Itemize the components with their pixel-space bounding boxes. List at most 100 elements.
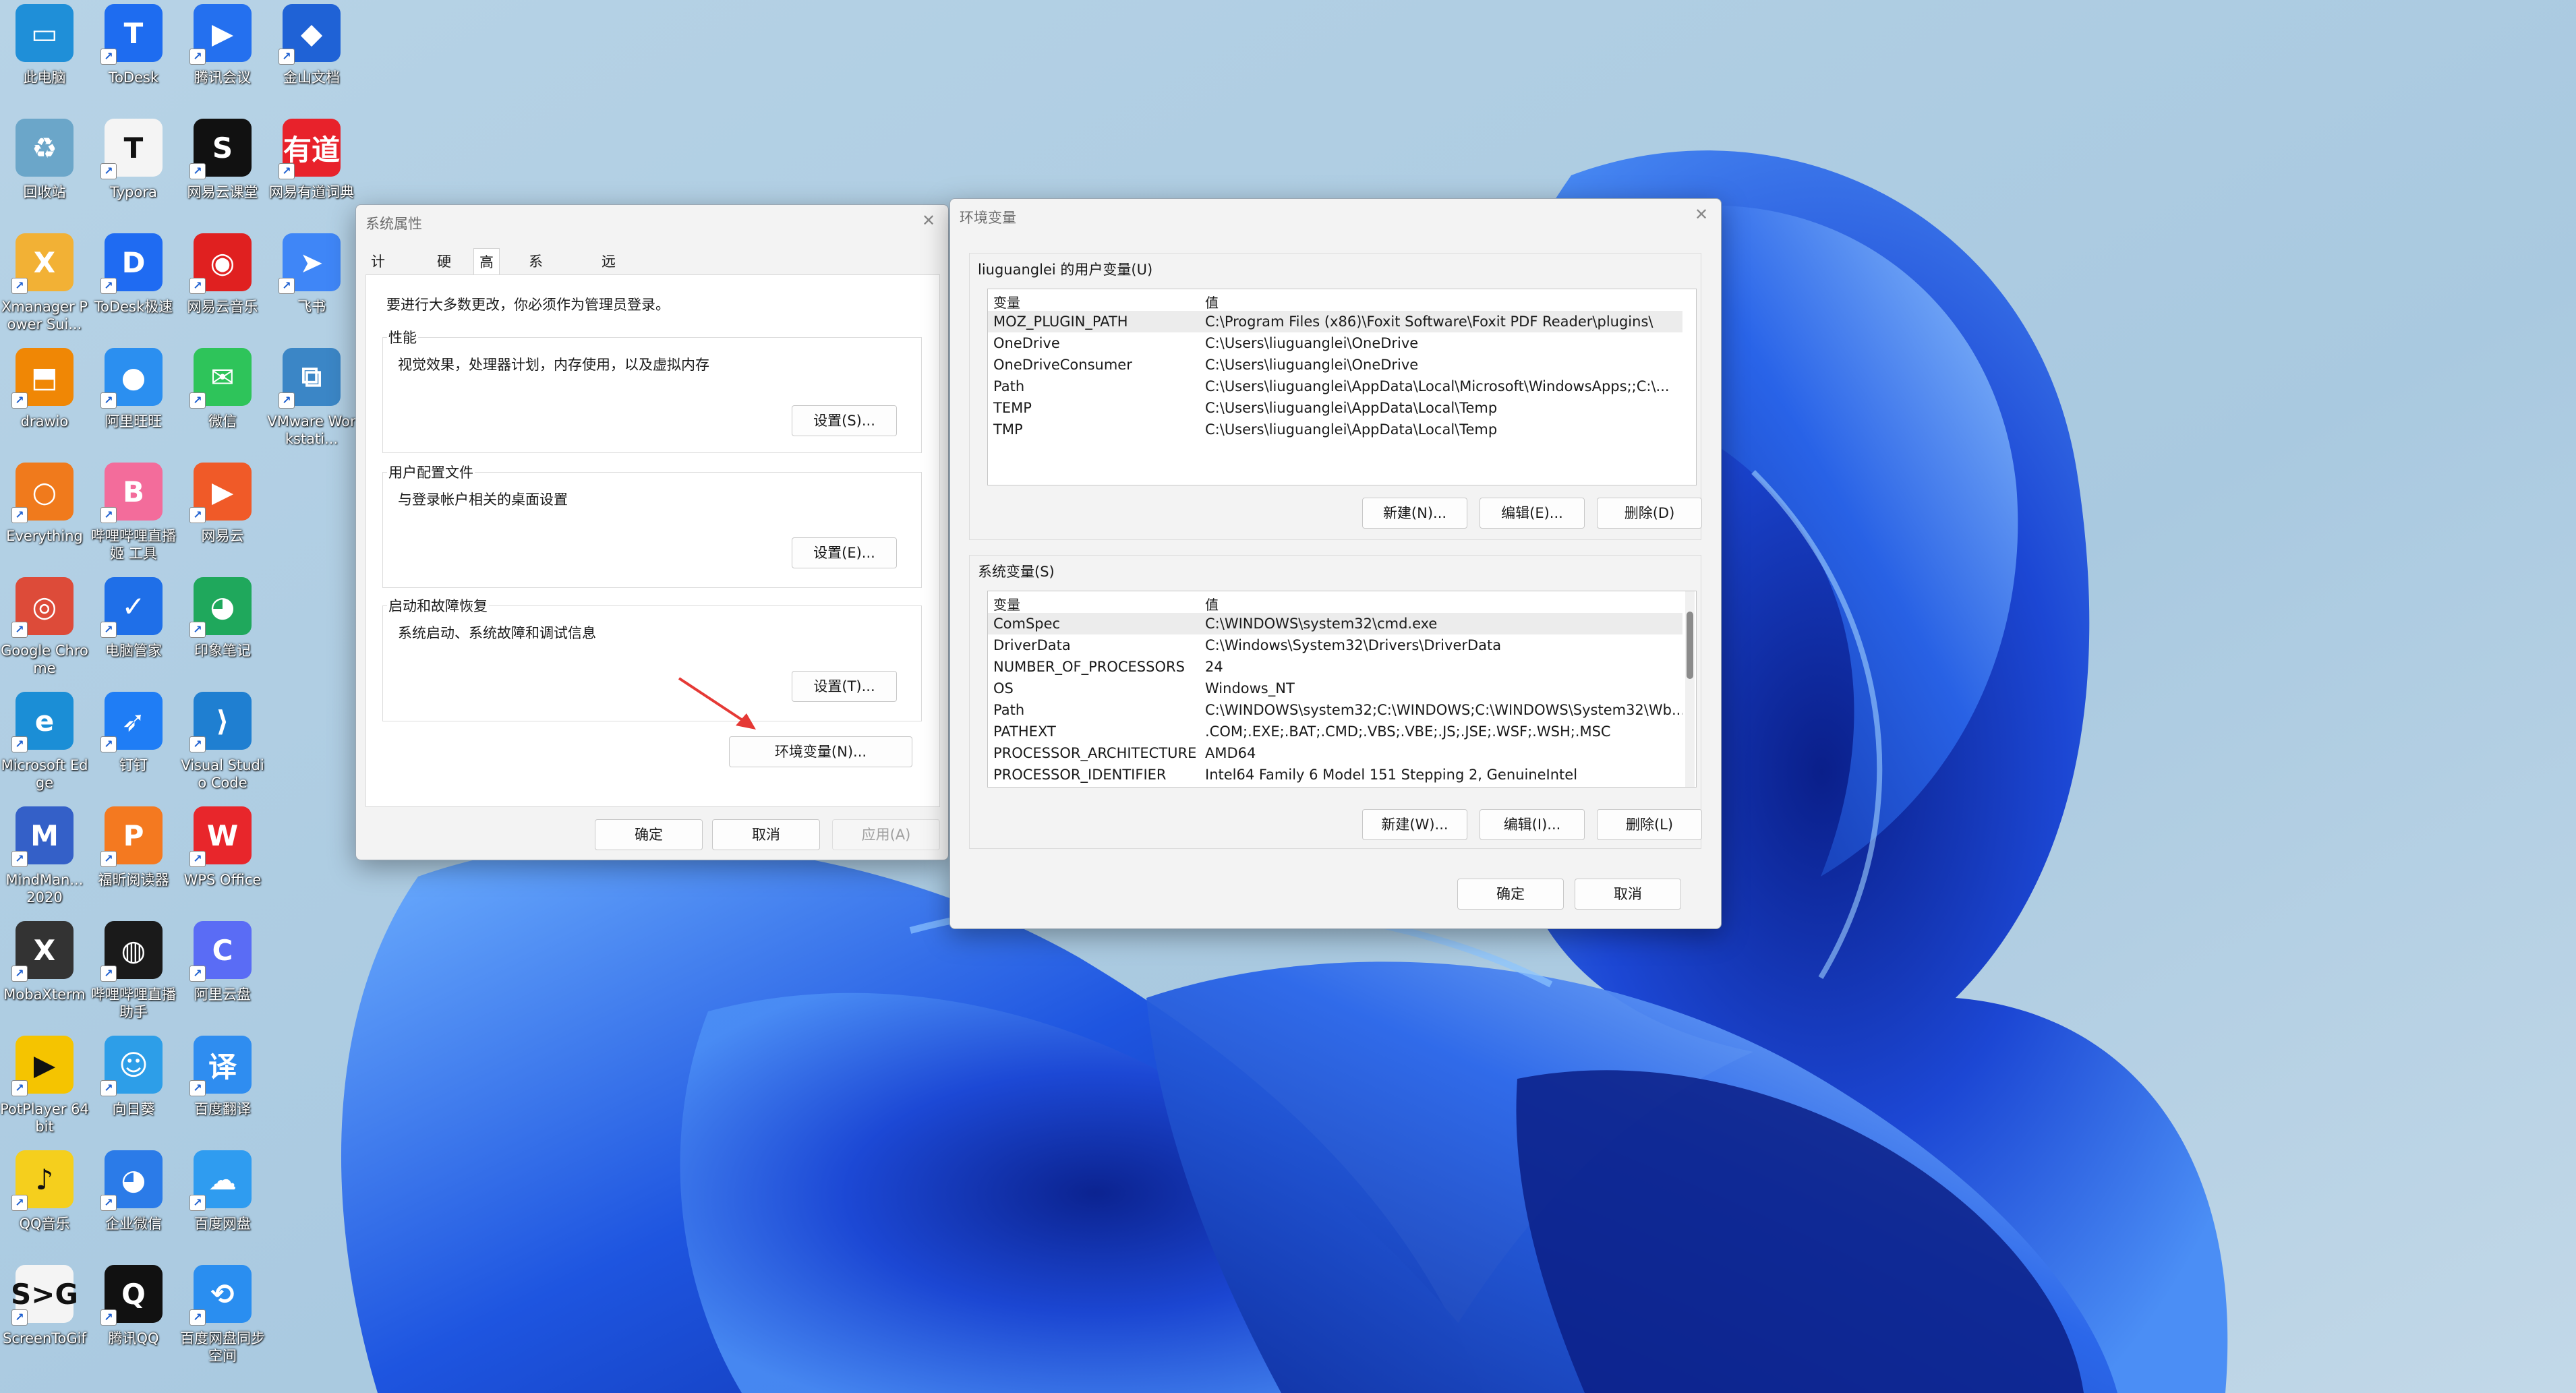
variable-row[interactable]: NUMBER_OF_PROCESSORS 24 xyxy=(988,656,1682,678)
variable-row[interactable]: PROCESSOR_ARCHITECTURE AMD64 xyxy=(988,742,1682,764)
desktop-icon[interactable]: ⬒ ↗ drawio xyxy=(0,348,89,430)
desktop-icon[interactable]: T ↗ ToDesk xyxy=(89,4,178,86)
desktop-icon[interactable]: ◆ ↗ 金山文档 xyxy=(267,4,356,86)
desktop-icon[interactable]: D ↗ ToDesk极速 xyxy=(89,233,178,316)
desktop-icon[interactable]: ☁ ↗ 百度网盘 xyxy=(178,1150,267,1233)
system-properties-titlebar[interactable]: 系统属性 ✕ xyxy=(356,205,948,247)
variable-row[interactable]: Path C:\Users\liuguanglei\AppData\Local\M… xyxy=(988,376,1682,397)
desktop-icon[interactable]: W ↗ WPS Office xyxy=(178,806,267,889)
desktop-icon[interactable]: ▭ 此电脑 xyxy=(0,4,89,86)
variable-row[interactable]: MOZ_PLUGIN_PATH C:\Program Files (x86)\Fo… xyxy=(988,311,1682,332)
system-vars-list[interactable]: 变量 值 ComSpec C:\WINDOWS\system32\cmd.exe D… xyxy=(987,591,1697,788)
scrollbar-thumb[interactable] xyxy=(1687,612,1693,679)
variable-row[interactable]: PATHEXT .COM;.EXE;.BAT;.CMD;.VBS;.VBE;.JS… xyxy=(988,721,1682,742)
desktop-icon[interactable]: S>G ↗ ScreenToGif xyxy=(0,1265,89,1347)
user-edit-button[interactable]: 编辑(E)... xyxy=(1480,498,1585,529)
system-vars-scrollbar[interactable] xyxy=(1685,591,1695,787)
desktop-icon[interactable]: e ↗ Microsoft Edge xyxy=(0,692,89,792)
desktop-icon[interactable]: ▶ ↗ PotPlayer 64 bit xyxy=(0,1036,89,1135)
desktop-icon[interactable]: ➤ ↗ 飞书 xyxy=(267,233,356,316)
user-profile-settings-button[interactable]: 设置(E)... xyxy=(792,537,897,568)
desktop-icon-label: ToDesk xyxy=(108,69,159,86)
col-value[interactable]: 值 xyxy=(1205,292,1219,312)
desktop-icon[interactable]: ⧉ ↗ VMware Workstati... xyxy=(267,348,356,448)
desktop-icon[interactable]: ▶ ↗ 腾讯会议 xyxy=(178,4,267,86)
shortcut-arrow-icon: ↗ xyxy=(189,392,206,409)
cancel-button[interactable]: 取消 xyxy=(712,819,820,850)
desktop-icon[interactable]: Q ↗ 腾讯QQ xyxy=(89,1265,178,1347)
desktop-icon[interactable]: C ↗ 阿里云盘 xyxy=(178,921,267,1003)
env-cancel-button[interactable]: 取消 xyxy=(1575,879,1681,910)
variable-row[interactable]: Path C:\WINDOWS\system32;C:\WINDOWS;C:\WI… xyxy=(988,699,1682,721)
ok-button[interactable]: 确定 xyxy=(595,819,703,850)
desktop-icon[interactable]: ✓ ↗ 电脑管家 xyxy=(89,577,178,659)
desktop-icon-label: Microsoft Edge xyxy=(1,757,88,791)
app-icon: Q ↗ xyxy=(100,1265,163,1326)
system-new-button[interactable]: 新建(W)... xyxy=(1362,809,1467,840)
variable-row[interactable]: OneDriveConsumer C:\Users\liuguanglei\One… xyxy=(988,354,1682,376)
desktop-icon[interactable]: ✉ ↗ 微信 xyxy=(178,348,267,430)
system-vars-title: 系统变量(S) xyxy=(978,564,1055,580)
performance-title: 性能 xyxy=(387,327,418,347)
desktop-icon-label: 腾讯会议 xyxy=(194,69,251,86)
variable-row[interactable]: OneDrive C:\Users\liuguanglei\OneDrive xyxy=(988,332,1682,354)
desktop-icon[interactable]: ☺ ↗ 向日葵 xyxy=(89,1036,178,1118)
variable-row[interactable]: DriverData C:\Windows\System32\Drivers\Dr… xyxy=(988,634,1682,656)
desktop-icon[interactable]: ◉ ↗ 网易云音乐 xyxy=(178,233,267,316)
desktop-icon[interactable]: P ↗ 福昕阅读器 xyxy=(89,806,178,889)
apply-button[interactable]: 应用(A) xyxy=(832,819,940,850)
variable-row[interactable]: PROCESSOR_IDENTIFIER Intel64 Family 6 Mod… xyxy=(988,764,1682,786)
desktop-icon-label: 百度网盘 xyxy=(194,1216,251,1232)
performance-settings-button[interactable]: 设置(S)... xyxy=(792,405,897,436)
shortcut-arrow-icon: ↗ xyxy=(189,49,206,65)
desktop-icon[interactable]: S ↗ 网易云课堂 xyxy=(178,119,267,201)
desktop-icon[interactable]: B ↗ 哔哩哔哩直播姬 工具 xyxy=(89,463,178,562)
tab-remote[interactable]: 远程 xyxy=(596,248,621,297)
desktop-icon[interactable]: X ↗ Xmanager Power Sui... xyxy=(0,233,89,333)
user-vars-list[interactable]: 变量 值 MOZ_PLUGIN_PATH C:\Program Files (x8… xyxy=(987,289,1697,485)
user-delete-button[interactable]: 删除(D) xyxy=(1597,498,1702,529)
tab-hardware[interactable]: 硬件 xyxy=(432,248,457,297)
close-icon[interactable]: ✕ xyxy=(918,210,939,231)
env-titlebar[interactable]: 环境变量 ✕ xyxy=(950,199,1721,241)
desktop-icon[interactable]: ○ ↗ Everything xyxy=(0,463,89,545)
desktop-icon[interactable]: ⟩ ↗ Visual Studio Code xyxy=(178,692,267,792)
variable-row[interactable]: TEMP C:\Users\liuguanglei\AppData\Local\T… xyxy=(988,397,1682,419)
environment-variables-button[interactable]: 环境变量(N)... xyxy=(729,736,912,767)
tab-computer-name[interactable]: 计算机名 xyxy=(365,248,390,351)
desktop-icon-label: 哔哩哔哩直播 助手 xyxy=(91,986,176,1020)
desktop-icon[interactable]: ◕ ↗ 印象笔记 xyxy=(178,577,267,659)
variable-row[interactable]: TMP C:\Users\liuguanglei\AppData\Local\Te… xyxy=(988,419,1682,440)
desktop-icon[interactable]: 译 ↗ 百度翻译 xyxy=(178,1036,267,1118)
desktop-icon[interactable]: ◕ ↗ 企业微信 xyxy=(89,1150,178,1233)
tab-system-protection[interactable]: 系统保护 xyxy=(523,248,548,351)
variable-row[interactable]: ComSpec C:\WINDOWS\system32\cmd.exe xyxy=(988,613,1682,634)
desktop-icon[interactable]: ◎ ↗ Google Chrome xyxy=(0,577,89,677)
system-edit-button[interactable]: 编辑(I)... xyxy=(1480,809,1585,840)
desktop-icon[interactable]: ♪ ↗ QQ音乐 xyxy=(0,1150,89,1233)
desktop-icon[interactable]: ⟲ ↗ 百度网盘同步 空间 xyxy=(178,1265,267,1365)
variable-row[interactable]: OS Windows_NT xyxy=(988,678,1682,699)
system-delete-button[interactable]: 删除(L) xyxy=(1597,809,1702,840)
app-icon: X ↗ xyxy=(11,233,74,294)
col-variable[interactable]: 变量 xyxy=(993,594,1020,614)
desktop-icon[interactable]: 有道 ↗ 网易有道词典 xyxy=(267,119,356,201)
user-vars-title: liuguanglei 的用户变量(U) xyxy=(978,262,1153,278)
window-title: 环境变量 xyxy=(960,210,1016,226)
env-ok-button[interactable]: 确定 xyxy=(1457,879,1564,910)
desktop-icon[interactable]: ◍ ↗ 哔哩哔哩直播 助手 xyxy=(89,921,178,1021)
desktop-icon[interactable]: ➶ ↗ 钉钉 xyxy=(89,692,178,774)
desktop-icon[interactable]: ♻ 回收站 xyxy=(0,119,89,201)
close-icon[interactable]: ✕ xyxy=(1691,204,1711,225)
desktop-icon[interactable]: T ↗ Typora xyxy=(89,119,178,201)
desktop-icon[interactable]: ▶ ↗ 网易云 xyxy=(178,463,267,545)
desktop-icon[interactable]: ● ↗ 阿里旺旺 xyxy=(89,348,178,430)
desktop-icon[interactable]: M ↗ MindMan... 2020 xyxy=(0,806,89,906)
tab-advanced[interactable]: 高级 xyxy=(473,248,500,297)
desktop-icon-label: WPS Office xyxy=(183,872,262,888)
startup-settings-button[interactable]: 设置(T)... xyxy=(792,671,897,702)
col-variable[interactable]: 变量 xyxy=(993,292,1020,312)
col-value[interactable]: 值 xyxy=(1205,594,1219,614)
desktop-icon[interactable]: X ↗ MobaXterm xyxy=(0,921,89,1003)
user-new-button[interactable]: 新建(N)... xyxy=(1362,498,1467,529)
